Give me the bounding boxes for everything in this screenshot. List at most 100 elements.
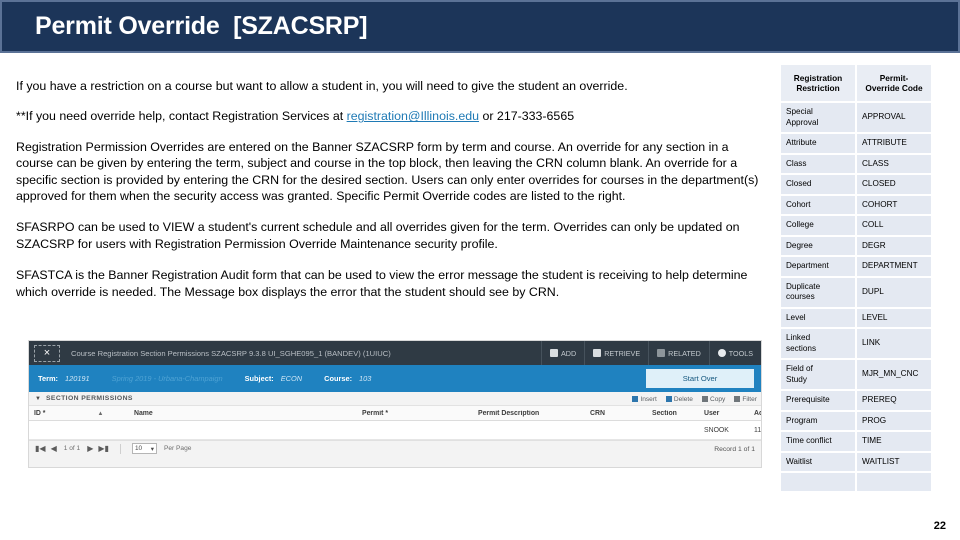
table-row: Linked sections LINK bbox=[781, 329, 931, 358]
column-header-id[interactable]: ID * ▲ bbox=[29, 410, 129, 417]
tools-gear-icon bbox=[717, 349, 726, 357]
table-row: Attribute ATTRIBUTE bbox=[781, 134, 931, 153]
section-permissions-header[interactable]: ▼ SECTION PERMISSIONS Insert Delete Copy bbox=[29, 392, 761, 406]
cell-registration-restriction: Degree bbox=[781, 236, 855, 255]
header-registration-restriction: Registration Restriction bbox=[781, 65, 855, 101]
chevron-down-icon[interactable]: ▼ bbox=[35, 396, 41, 402]
table-row: Duplicate courses DUPL bbox=[781, 277, 931, 307]
column-header-permit-description[interactable]: Permit Description bbox=[473, 410, 585, 417]
page-indicator: 1 of 1 bbox=[63, 445, 81, 452]
cell-permit-override-code: LEVEL bbox=[857, 308, 931, 327]
grid-header-row: ID * ▲ Name Permit * Permit Description C… bbox=[29, 406, 761, 421]
record-count-label: Record 1 of 1 bbox=[714, 445, 755, 453]
retrieve-icon bbox=[593, 349, 602, 357]
chevron-down-icon: ▾ bbox=[150, 445, 154, 453]
cell-registration-restriction: Closed bbox=[781, 175, 855, 194]
first-page-icon[interactable]: ▮◀ bbox=[35, 444, 46, 453]
banner-toolbar: ADD RETRIEVE RELATED TOOLS bbox=[541, 341, 761, 365]
cell-permit-override-code: PREREQ bbox=[857, 391, 931, 410]
previous-page-icon[interactable]: ◀ bbox=[51, 444, 57, 453]
header-permit-override-code: Permit- Override Code bbox=[857, 65, 931, 101]
title-banner: Permit Override [SZACSRP] bbox=[0, 0, 960, 53]
cell-registration-restriction: Time conflict bbox=[781, 432, 855, 451]
column-header-section[interactable]: Section bbox=[647, 410, 699, 417]
table-row: Program PROG bbox=[781, 411, 931, 430]
cell-registration-restriction: Program bbox=[781, 411, 855, 430]
filter-button[interactable]: Filter bbox=[734, 396, 757, 403]
table-row: Department DEPARTMENT bbox=[781, 257, 931, 276]
table-row: Degree DEGR bbox=[781, 236, 931, 255]
table-row: Waitlist WAITLIST bbox=[781, 452, 931, 471]
section-action-bar: Insert Delete Copy Filter bbox=[632, 392, 757, 406]
cell-permit-override-code: PROG bbox=[857, 411, 931, 430]
retrieve-button[interactable]: RETRIEVE bbox=[584, 341, 648, 365]
cell-registration-restriction bbox=[781, 473, 855, 491]
related-button[interactable]: RELATED bbox=[648, 341, 709, 365]
subject-label: Subject: bbox=[244, 374, 274, 383]
table-row bbox=[781, 473, 931, 491]
cell-permit-override-code: APPROVAL bbox=[857, 103, 931, 132]
cell-permit-override-code: DEPARTMENT bbox=[857, 257, 931, 276]
table-body: Special Approval APPROVAL Attribute ATTRIBUT… bbox=[781, 103, 931, 491]
per-page-select[interactable]: 10 ▾ bbox=[131, 443, 157, 454]
cell-permit-override-code: MJR_MN_CNC bbox=[857, 360, 931, 389]
per-page-value: 10 bbox=[134, 445, 143, 452]
column-header-permit[interactable]: Permit * bbox=[357, 410, 473, 417]
cell-registration-restriction: Department bbox=[781, 257, 855, 276]
cell-user: SNOOK bbox=[704, 426, 729, 434]
sort-ascending-icon[interactable]: ▲ bbox=[98, 411, 104, 417]
column-header-name[interactable]: Name bbox=[129, 410, 357, 417]
delete-icon bbox=[665, 396, 672, 402]
table-row[interactable]: ⋯ SNOOK 11/05/2018 bbox=[29, 421, 761, 440]
column-header-crn[interactable]: CRN bbox=[585, 410, 647, 417]
last-page-icon[interactable]: ▶▮ bbox=[98, 444, 109, 453]
divider bbox=[119, 443, 121, 454]
add-icon bbox=[550, 349, 558, 357]
insert-button[interactable]: Insert bbox=[632, 396, 657, 403]
cell-registration-restriction: Attribute bbox=[781, 134, 855, 153]
add-button[interactable]: ADD bbox=[541, 341, 584, 365]
column-header-user[interactable]: User bbox=[699, 410, 749, 417]
table-row: Prerequisite PREREQ bbox=[781, 391, 931, 410]
cell-registration-restriction: Level bbox=[781, 308, 855, 327]
paragraph-sfasrpo: SFASRPO can be used to VIEW a student's … bbox=[16, 220, 740, 251]
tools-button[interactable]: TOOLS bbox=[708, 341, 761, 365]
column-header-activity-date[interactable]: Activity Date bbox=[749, 410, 761, 417]
cell-registration-restriction: Field of Study bbox=[781, 360, 855, 389]
table-row: Cohort COHORT bbox=[781, 195, 931, 214]
banner-window-titlebar: × Course Registration Section Permission… bbox=[29, 341, 761, 365]
table-row: Closed CLOSED bbox=[781, 175, 931, 194]
insert-icon bbox=[632, 396, 639, 402]
filter-icon bbox=[734, 396, 741, 402]
next-page-icon[interactable]: ▶ bbox=[87, 444, 93, 453]
cell-registration-restriction: Duplicate courses bbox=[781, 277, 855, 307]
table-row: Time conflict TIME bbox=[781, 432, 931, 451]
close-icon[interactable]: × bbox=[34, 344, 60, 362]
delete-button[interactable]: Delete bbox=[665, 396, 693, 403]
table-row: Class CLASS bbox=[781, 154, 931, 173]
cell-activity-date: 11/05/2018 bbox=[754, 426, 762, 434]
table-row: Special Approval APPROVAL bbox=[781, 103, 931, 132]
term-label: Term: bbox=[38, 374, 58, 383]
table-row: Level LEVEL bbox=[781, 308, 931, 327]
cell-permit-override-code: CLOSED bbox=[857, 175, 931, 194]
course-value[interactable]: 103 bbox=[359, 374, 371, 383]
section-permissions-title: SECTION PERMISSIONS bbox=[45, 395, 133, 402]
copy-icon bbox=[701, 396, 708, 402]
table-header-row: Registration Restriction Permit- Override … bbox=[781, 65, 931, 101]
cell-permit-override-code: DEGR bbox=[857, 236, 931, 255]
copy-button[interactable]: Copy bbox=[701, 396, 725, 403]
per-page-label: Per Page bbox=[163, 445, 192, 452]
cell-permit-override-code: CLASS bbox=[857, 154, 931, 173]
registration-email-link[interactable]: registration@Illinois.edu bbox=[347, 109, 479, 123]
term-value[interactable]: 120191 bbox=[65, 374, 90, 383]
cell-registration-restriction: Prerequisite bbox=[781, 391, 855, 410]
start-over-button[interactable]: Start Over bbox=[646, 369, 754, 388]
help-prefix: **If you need override help, contact Reg… bbox=[16, 109, 347, 124]
banner-screenshot-image: × Course Registration Section Permission… bbox=[28, 340, 762, 468]
cell-permit-override-code: DUPL bbox=[857, 277, 931, 307]
subject-value[interactable]: ECON bbox=[281, 374, 302, 383]
cell-permit-override-code: COLL bbox=[857, 216, 931, 235]
paragraph-overrides: Registration Permission Overrides are en… bbox=[16, 139, 759, 204]
paragraph-help: **If you need override help, contact Reg… bbox=[16, 108, 768, 124]
